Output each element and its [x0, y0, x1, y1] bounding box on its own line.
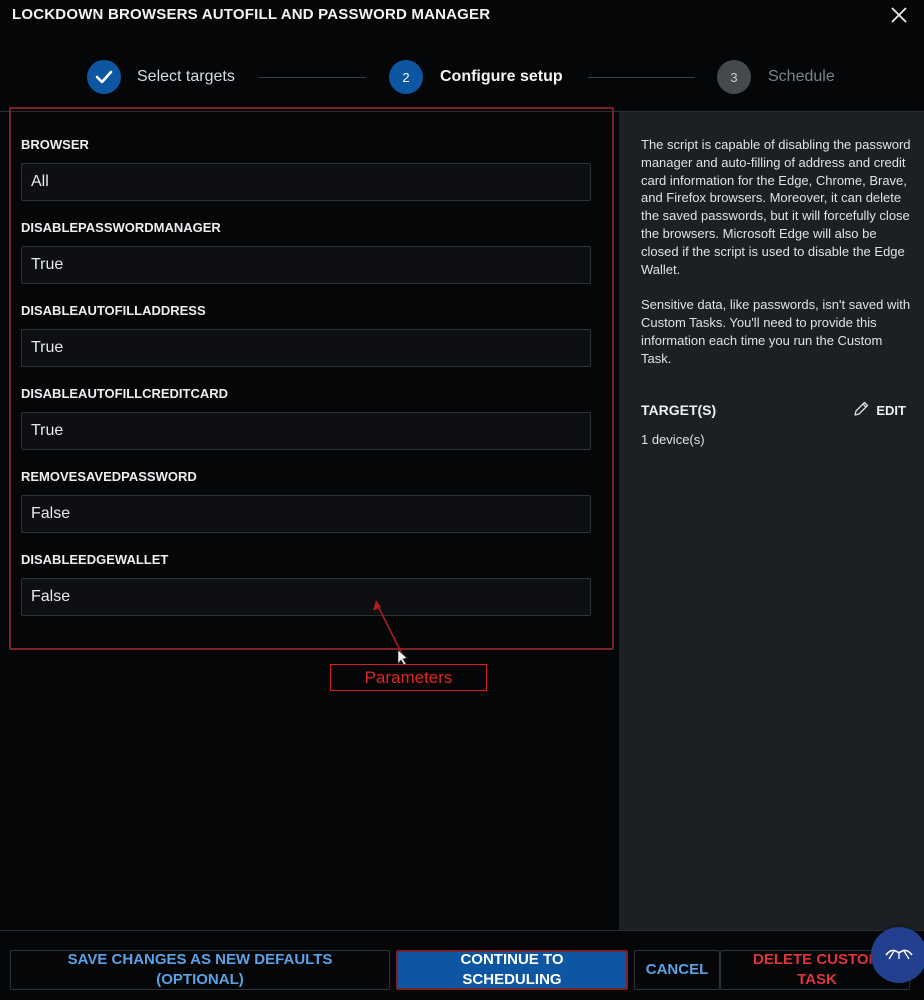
save-defaults-button[interactable]: SAVE CHANGES AS NEW DEFAULTS (OPTIONAL) [10, 950, 390, 990]
custom-task-dialog: LOCKDOWN BROWSERS AUTOFILL AND PASSWORD … [0, 0, 924, 1000]
wizard-stepper: Select targets 2 Configure setup 3 Sched… [0, 58, 924, 98]
param-field-removesavedpassword[interactable]: False [21, 495, 591, 533]
footer-divider [0, 930, 924, 931]
continue-to-scheduling-button[interactable]: CONTINUE TO SCHEDULING [396, 950, 628, 990]
edit-label: EDIT [876, 403, 906, 418]
parameters-annotation-label: Parameters [330, 664, 487, 691]
continue-label-line1: CONTINUE TO [460, 951, 564, 968]
step-3-label[interactable]: Schedule [768, 68, 835, 86]
continue-label-line2: SCHEDULING [462, 971, 562, 988]
param-field-disableedgewallet[interactable]: False [21, 578, 591, 616]
description-paragraph: Sensitive data, like passwords, isn't sa… [641, 297, 911, 366]
edit-targets-button[interactable]: EDIT [852, 400, 906, 421]
param-field-disableautofilladdress[interactable]: True [21, 329, 591, 367]
step-2-label[interactable]: Configure setup [440, 68, 563, 86]
cancel-label: CANCEL [645, 961, 709, 978]
step-1-complete-check-icon[interactable] [87, 60, 121, 94]
assistant-logo-icon [884, 943, 914, 968]
param-label-disableautofilladdress: DISABLEAUTOFILLADDRESS [21, 303, 206, 318]
pencil-icon [852, 400, 870, 421]
param-label-disablepasswordmanager: DISABLEPASSWORDMANAGER [21, 220, 221, 235]
info-panel: The script is capable of disabling the p… [619, 112, 924, 930]
param-label-browser: BROWSER [21, 137, 89, 152]
target-device-count: 1 device(s) [641, 432, 705, 447]
step-3-number[interactable]: 3 [717, 60, 751, 94]
step-2-number[interactable]: 2 [389, 60, 423, 94]
task-description: The script is capable of disabling the p… [641, 136, 911, 386]
param-field-disablepasswordmanager[interactable]: True [21, 246, 591, 284]
param-field-browser[interactable]: All [21, 163, 591, 201]
step-connector [588, 77, 695, 78]
delete-label-line1: DELETE CUSTOM [753, 951, 882, 968]
step-connector [259, 77, 366, 78]
save-defaults-label-line1: SAVE CHANGES AS NEW DEFAULTS [67, 951, 333, 968]
save-defaults-label-line2: (OPTIONAL) [156, 971, 244, 988]
param-label-disableautofillcreditcard: DISABLEAUTOFILLCREDITCARD [21, 386, 229, 401]
step-1-label[interactable]: Select targets [137, 68, 235, 86]
annotation-arrow-icon [373, 600, 408, 666]
param-label-disableedgewallet: DISABLEEDGEWALLET [21, 552, 169, 567]
dialog-title: LOCKDOWN BROWSERS AUTOFILL AND PASSWORD … [12, 6, 491, 23]
assistant-fab-button[interactable] [871, 927, 924, 983]
close-icon[interactable] [888, 4, 910, 26]
cancel-button[interactable]: CANCEL [634, 950, 720, 990]
description-paragraph: The script is capable of disabling the p… [641, 137, 911, 277]
param-label-removesavedpassword: REMOVESAVEDPASSWORD [21, 469, 197, 484]
param-field-disableautofillcreditcard[interactable]: True [21, 412, 591, 450]
targets-heading: TARGET(S) [641, 402, 717, 418]
delete-label-line2: TASK [797, 971, 837, 988]
